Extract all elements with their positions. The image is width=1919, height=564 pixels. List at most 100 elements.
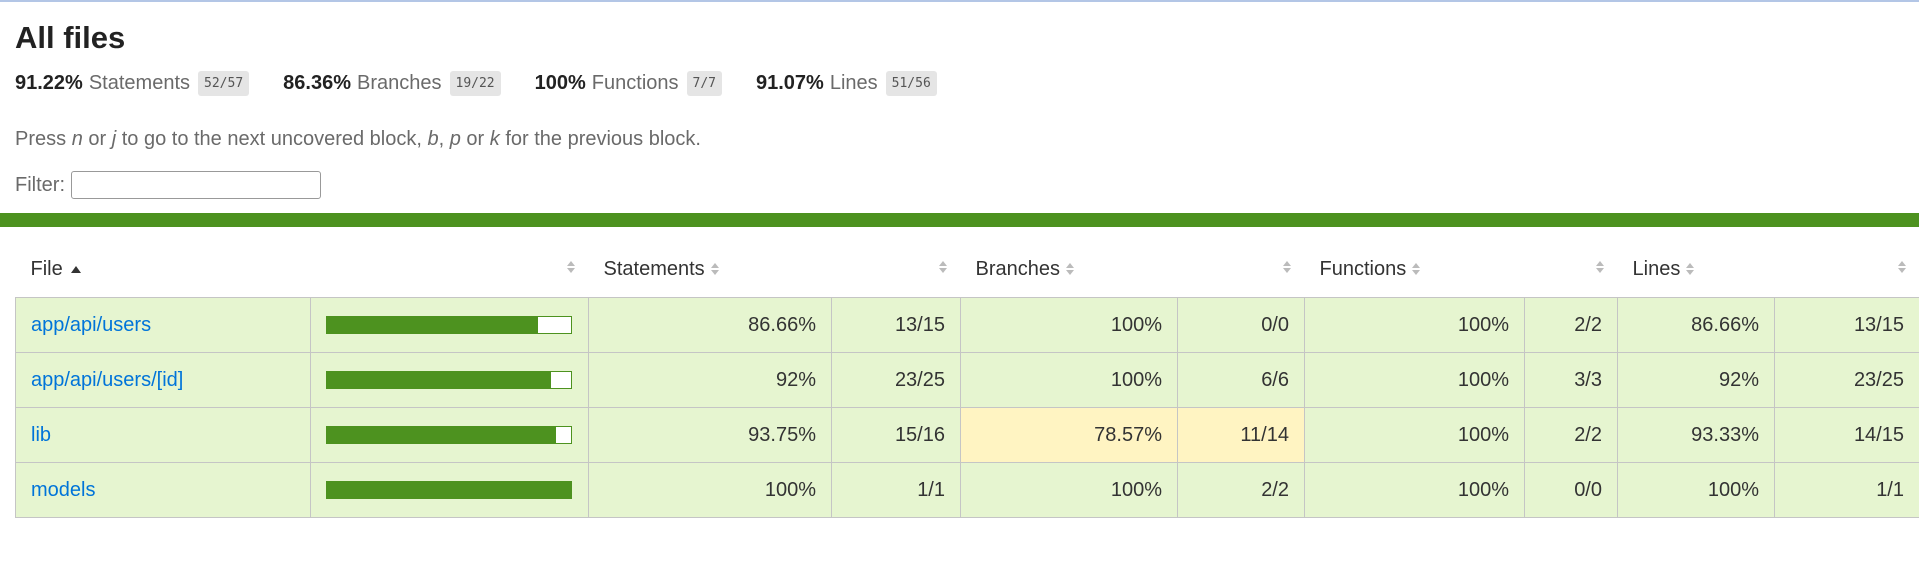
- filter-row: Filter:: [15, 171, 1904, 199]
- hint-key: b: [427, 128, 439, 150]
- hint-text: or: [460, 128, 490, 150]
- sort-icon: [1412, 263, 1421, 276]
- header-lines-frac[interactable]: [1775, 241, 1919, 298]
- summary-fraction: 51/56: [885, 70, 937, 96]
- header-functions-frac[interactable]: [1525, 241, 1618, 298]
- lines-fraction: 23/25: [1774, 352, 1919, 408]
- summary-branches: 86.36% Branches 19/22: [283, 70, 501, 96]
- coverage-bar-fill: [327, 427, 556, 443]
- branches-pct: 100%: [960, 462, 1178, 518]
- branches-pct: 78.57%: [960, 407, 1178, 463]
- header-label: Functions: [1319, 257, 1407, 280]
- lines-fraction: 14/15: [1774, 407, 1919, 463]
- header-file-bar[interactable]: [311, 241, 589, 298]
- summary-fraction: 52/57: [198, 70, 250, 96]
- header-label: Statements: [603, 257, 705, 280]
- functions-fraction: 3/3: [1524, 352, 1618, 408]
- header-branches[interactable]: Branches: [961, 241, 1178, 298]
- coverage-bar: [326, 316, 572, 334]
- summary-label: Branches: [357, 71, 442, 94]
- table-row: models 100% 1/1 100% 2/2 100% 0/0 100% 1/1: [15, 462, 1919, 518]
- lines-pct: 92%: [1617, 352, 1775, 408]
- sort-icon: [1066, 263, 1074, 276]
- table-row: lib 93.75% 15/16 78.57% 11/14 100% 2/2 93.33% 14…: [15, 407, 1919, 463]
- statements-fraction: 13/15: [831, 297, 961, 353]
- lines-fraction: 1/1: [1774, 462, 1919, 518]
- summary-label: Lines: [829, 71, 878, 94]
- sort-icon: [1897, 261, 1906, 273]
- coverage-bar-cell: [310, 462, 589, 518]
- lines-pct: 93.33%: [1617, 407, 1775, 463]
- hint-key: k: [489, 128, 500, 150]
- file-cell: app/api/users: [15, 297, 311, 353]
- header: All files 91.22% Statements 52/57 86.36%…: [0, 20, 1919, 199]
- lines-fraction: 13/15: [1774, 297, 1919, 353]
- functions-pct: 100%: [1304, 297, 1525, 353]
- file-link[interactable]: app/api/users: [31, 314, 151, 336]
- coverage-bar-cell: [310, 297, 589, 353]
- header-statements-frac[interactable]: [832, 241, 961, 298]
- summary-fraction: 19/22: [449, 70, 501, 96]
- filter-label: Filter:: [15, 173, 65, 196]
- header-label: File: [30, 257, 63, 280]
- sort-icon: [938, 261, 947, 273]
- branches-fraction: 6/6: [1177, 352, 1305, 408]
- header-label: Branches: [975, 257, 1061, 280]
- functions-fraction: 0/0: [1524, 462, 1618, 518]
- summary-fraction: 7/7: [686, 70, 722, 96]
- coverage-bar-fill: [327, 317, 539, 333]
- branches-fraction: 2/2: [1177, 462, 1305, 518]
- statements-pct: 86.66%: [588, 297, 832, 353]
- coverage-bar-fill: [327, 482, 571, 498]
- coverage-bar: [326, 481, 572, 499]
- branches-fraction: 11/14: [1177, 407, 1305, 463]
- coverage-bar-cell: [310, 352, 589, 408]
- table-row: app/api/users 86.66% 13/15 100% 0/0 100% 2/2 86…: [15, 297, 1919, 353]
- summary-functions: 100% Functions 7/7: [534, 70, 722, 96]
- file-cell: models: [15, 462, 311, 518]
- statements-fraction: 23/25: [831, 352, 961, 408]
- statements-pct: 93.75%: [588, 407, 832, 463]
- summary-pct: 100%: [534, 71, 586, 94]
- header-lines[interactable]: Lines: [1618, 241, 1775, 298]
- sort-icon: [566, 261, 575, 273]
- hint-text: for the previous block.: [499, 128, 701, 150]
- statements-fraction: 15/16: [831, 407, 961, 463]
- hint-text: ,: [438, 128, 450, 150]
- sort-ascending-icon: [70, 265, 81, 273]
- hint-text: to go to the next uncovered block,: [116, 128, 428, 150]
- branches-pct: 100%: [960, 297, 1178, 353]
- table-row: app/api/users/[id] 92% 23/25 100% 6/6 100% 3/3…: [15, 352, 1919, 408]
- coverage-bar-fill: [327, 372, 552, 388]
- summary-label: Functions: [591, 71, 679, 94]
- file-cell: app/api/users/[id]: [15, 352, 311, 408]
- hint-text: Press: [15, 128, 72, 150]
- file-link[interactable]: app/api/users/[id]: [31, 369, 183, 391]
- header-functions[interactable]: Functions: [1305, 241, 1525, 298]
- functions-pct: 100%: [1304, 407, 1525, 463]
- header-branches-frac[interactable]: [1178, 241, 1305, 298]
- lines-pct: 100%: [1617, 462, 1775, 518]
- summary-pct: 91.07%: [756, 71, 824, 94]
- header-label: Lines: [1632, 257, 1681, 280]
- summary-pct: 86.36%: [283, 71, 351, 94]
- coverage-bar-cell: [310, 407, 589, 463]
- sort-icon: [1282, 261, 1291, 273]
- sort-icon: [1686, 263, 1695, 276]
- file-link[interactable]: lib: [31, 424, 51, 446]
- summary-pct: 91.22%: [15, 71, 83, 94]
- sort-icon: [710, 263, 719, 276]
- summary-statements: 91.22% Statements 52/57: [15, 70, 250, 96]
- page-title: All files: [15, 20, 126, 55]
- header-file[interactable]: File: [16, 241, 311, 298]
- filter-input[interactable]: [71, 171, 321, 199]
- file-link[interactable]: models: [31, 479, 95, 501]
- lines-pct: 86.66%: [1617, 297, 1775, 353]
- summary-lines: 91.07% Lines 51/56: [756, 70, 937, 96]
- statements-pct: 92%: [588, 352, 832, 408]
- header-statements[interactable]: Statements: [589, 241, 832, 298]
- hint-key: p: [449, 128, 461, 150]
- coverage-bar: [326, 371, 572, 389]
- statements-fraction: 1/1: [831, 462, 961, 518]
- hint-key: n: [71, 128, 83, 150]
